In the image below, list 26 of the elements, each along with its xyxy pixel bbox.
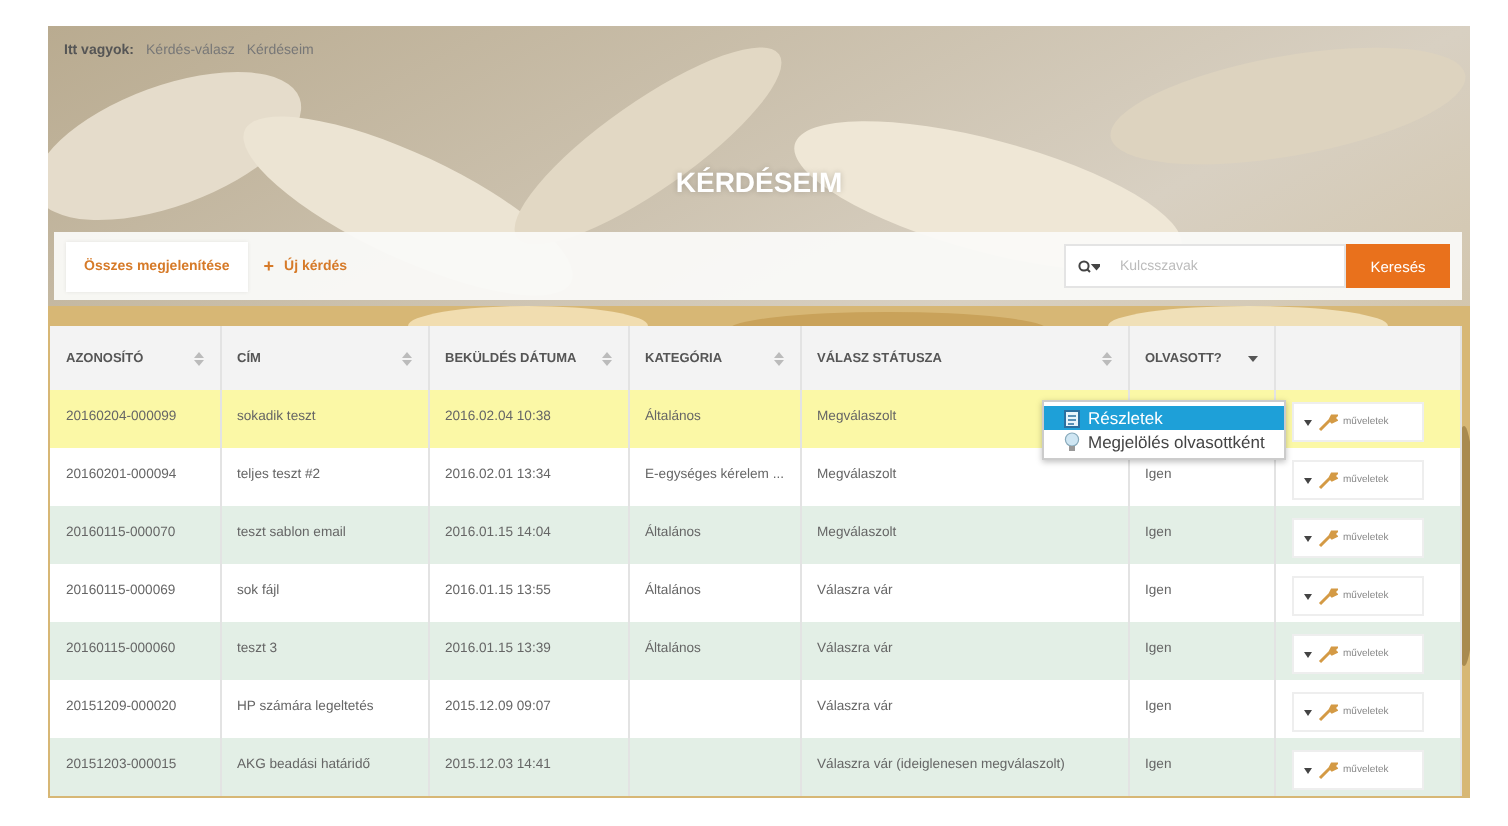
document-icon <box>1064 409 1080 427</box>
caret-icon <box>1303 535 1311 541</box>
wrench-icon <box>1317 645 1337 663</box>
sort-icon[interactable] <box>1101 351 1111 365</box>
wrench-icon <box>1317 413 1337 431</box>
caret-icon <box>1303 767 1311 773</box>
caret-icon <box>1303 419 1311 425</box>
sort-icon[interactable] <box>193 351 203 365</box>
search-icon[interactable] <box>1078 260 1100 274</box>
page-title: KÉRDÉSEIM <box>675 166 843 202</box>
menu-item[interactable]: Megjelölés olvasottként <box>1044 430 1285 454</box>
lightbulb-icon <box>1064 432 1080 452</box>
caret-icon <box>1303 651 1311 657</box>
sort-icon[interactable] <box>601 351 611 365</box>
wrench-icon <box>1317 529 1337 547</box>
sort-icon[interactable] <box>773 351 783 365</box>
caret-icon <box>1303 477 1311 483</box>
wrench-icon <box>1317 761 1337 779</box>
menu-item[interactable]: Részletek <box>1044 406 1285 430</box>
wrench-icon <box>1317 703 1337 721</box>
wrench-icon <box>1317 471 1337 489</box>
wrench-icon <box>1317 587 1337 605</box>
caret-icon[interactable] <box>1247 355 1257 361</box>
caret-icon <box>1303 709 1311 715</box>
sort-icon[interactable] <box>401 351 411 365</box>
caret-icon <box>1303 593 1311 599</box>
